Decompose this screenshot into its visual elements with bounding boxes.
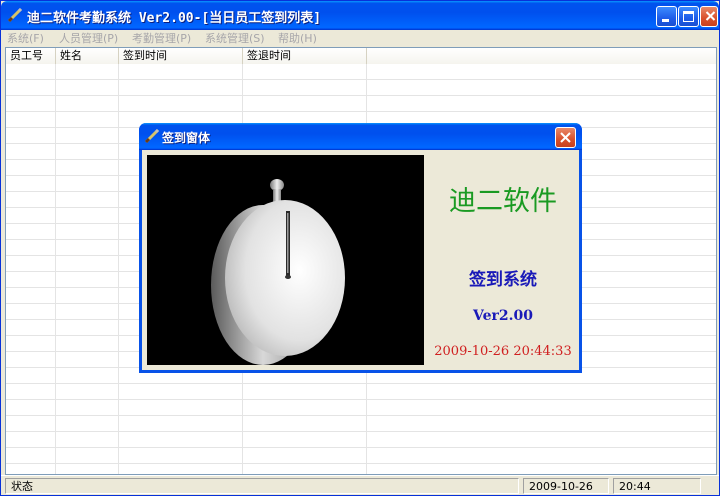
- system-subtitle: 签到系统: [469, 270, 537, 290]
- status-date: 2009-10-26: [523, 478, 609, 494]
- status-bar: 状态 2009-10-26 20:44: [1, 475, 719, 495]
- maximize-button[interactable]: [678, 6, 699, 27]
- menu-system-admin[interactable]: 系统管理(S): [205, 30, 265, 47]
- grid-line: [118, 64, 119, 474]
- grid-line: [55, 64, 56, 474]
- menu-system[interactable]: 系统(F): [7, 30, 44, 47]
- column-signout-time[interactable]: 签退时间: [243, 48, 367, 64]
- menu-bar: 系统(F) 人员管理(P) 考勤管理(P) 系统管理(S) 帮助(H): [1, 30, 719, 47]
- current-datetime: 2009-10-26 20:44:33: [434, 344, 572, 359]
- signin-dialog: 签到窗体 迪二软件 签到系统 Ver2.00 2009-10-26 20:44:…: [139, 123, 582, 373]
- brand-text: 迪二软件: [449, 186, 557, 217]
- menu-personnel[interactable]: 人员管理(P): [59, 30, 118, 47]
- window-title: 迪二软件考勤系统 Ver2.00-[当日员工签到列表]: [27, 11, 322, 26]
- stopwatch-icon: [211, 179, 345, 365]
- minimize-button[interactable]: [656, 6, 677, 27]
- version-text: Ver2.00: [473, 308, 533, 324]
- close-icon: [705, 11, 716, 21]
- column-name[interactable]: 姓名: [56, 48, 119, 64]
- pen-icon: [144, 128, 160, 144]
- status-time: 20:44: [613, 478, 701, 494]
- pen-icon: [7, 7, 23, 23]
- minimize-icon: [662, 19, 669, 22]
- close-icon: [560, 132, 571, 143]
- menu-attendance[interactable]: 考勤管理(P): [132, 30, 191, 47]
- dialog-title-bar[interactable]: 签到窗体: [139, 123, 582, 150]
- dialog-title: 签到窗体: [162, 131, 211, 145]
- clock-image: [147, 155, 424, 365]
- column-signin-time[interactable]: 签到时间: [119, 48, 243, 64]
- status-label: 状态: [5, 478, 519, 494]
- close-button[interactable]: [700, 6, 718, 27]
- maximize-icon: [683, 11, 694, 22]
- list-header: 员工号 姓名 签到时间 签退时间: [6, 48, 716, 64]
- dialog-close-button[interactable]: [555, 127, 576, 148]
- title-bar[interactable]: 迪二软件考勤系统 Ver2.00-[当日员工签到列表]: [1, 1, 719, 30]
- menu-help[interactable]: 帮助(H): [278, 30, 317, 47]
- column-filler: [367, 48, 716, 64]
- column-employee-id[interactable]: 员工号: [6, 48, 56, 64]
